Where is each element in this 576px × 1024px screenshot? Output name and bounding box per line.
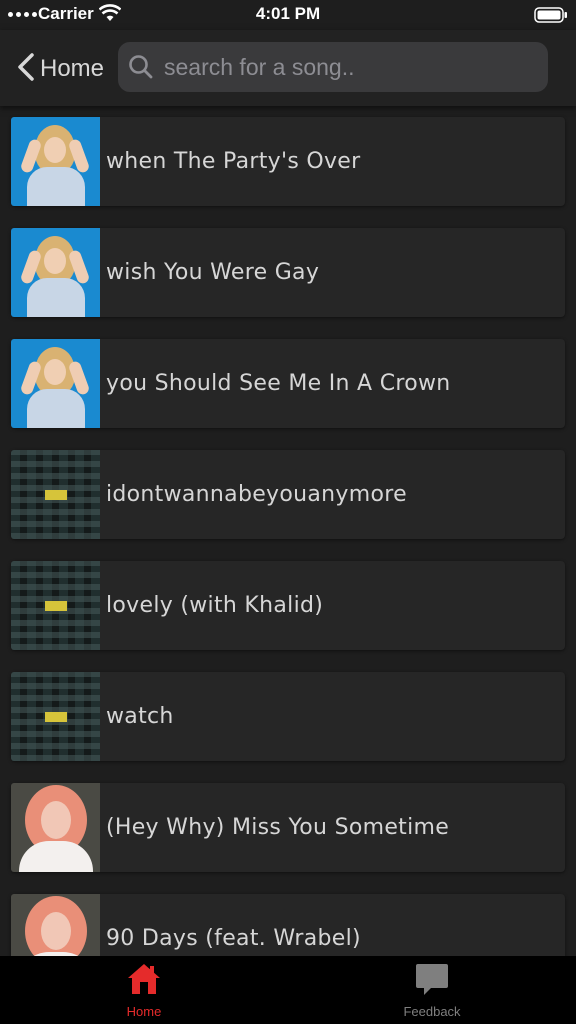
clock: 4:01 PM [255, 4, 321, 23]
navigation-bar: Home [0, 30, 576, 106]
album-art [11, 228, 100, 317]
search-bar[interactable] [118, 42, 548, 92]
song-row[interactable]: wish You Were Gay [11, 228, 565, 317]
song-title: (Hey Why) Miss You Sometime [106, 815, 450, 840]
album-art [11, 561, 100, 650]
album-art [11, 672, 100, 761]
song-title: wish You Were Gay [106, 260, 320, 285]
song-list[interactable]: when The Party's Over wish You Were Gay … [0, 106, 576, 956]
song-row[interactable]: idontwannabeyouanymore [11, 450, 565, 539]
search-input[interactable] [162, 52, 548, 82]
status-bar: Carrier 4:01 PM [0, 0, 576, 30]
song-title: lovely (with Khalid) [106, 593, 324, 618]
song-row[interactable]: (Hey Why) Miss You Sometime [11, 783, 565, 872]
song-row[interactable]: lovely (with Khalid) [11, 561, 565, 650]
song-title: when The Party's Over [106, 149, 361, 174]
song-title: you Should See Me In A Crown [106, 371, 451, 396]
tab-bar: Home Feedback [0, 956, 576, 1024]
tab-feedback-label: Feedback [403, 1004, 461, 1019]
back-button[interactable]: Home [16, 52, 104, 86]
tab-home-label: Home [126, 1004, 162, 1019]
speech-bubble-icon [414, 962, 450, 1000]
song-title: watch [106, 704, 174, 729]
tab-home[interactable]: Home [84, 962, 204, 1019]
back-button-label: Home [40, 55, 105, 82]
album-art [11, 117, 100, 206]
tab-feedback[interactable]: Feedback [372, 962, 492, 1019]
album-art [11, 894, 100, 956]
album-art [11, 783, 100, 872]
song-row[interactable]: you Should See Me In A Crown [11, 339, 565, 428]
battery-icon [534, 7, 568, 28]
search-icon [128, 54, 154, 80]
house-icon [126, 962, 162, 1000]
album-art [11, 450, 100, 539]
chevron-left-icon [16, 52, 36, 86]
song-title: 90 Days (feat. Wrabel) [106, 926, 361, 951]
song-row[interactable]: 90 Days (feat. Wrabel) [11, 894, 565, 956]
album-art [11, 339, 100, 428]
song-row[interactable]: watch [11, 672, 565, 761]
song-row[interactable]: when The Party's Over [11, 117, 565, 206]
song-title: idontwannabeyouanymore [106, 482, 407, 507]
